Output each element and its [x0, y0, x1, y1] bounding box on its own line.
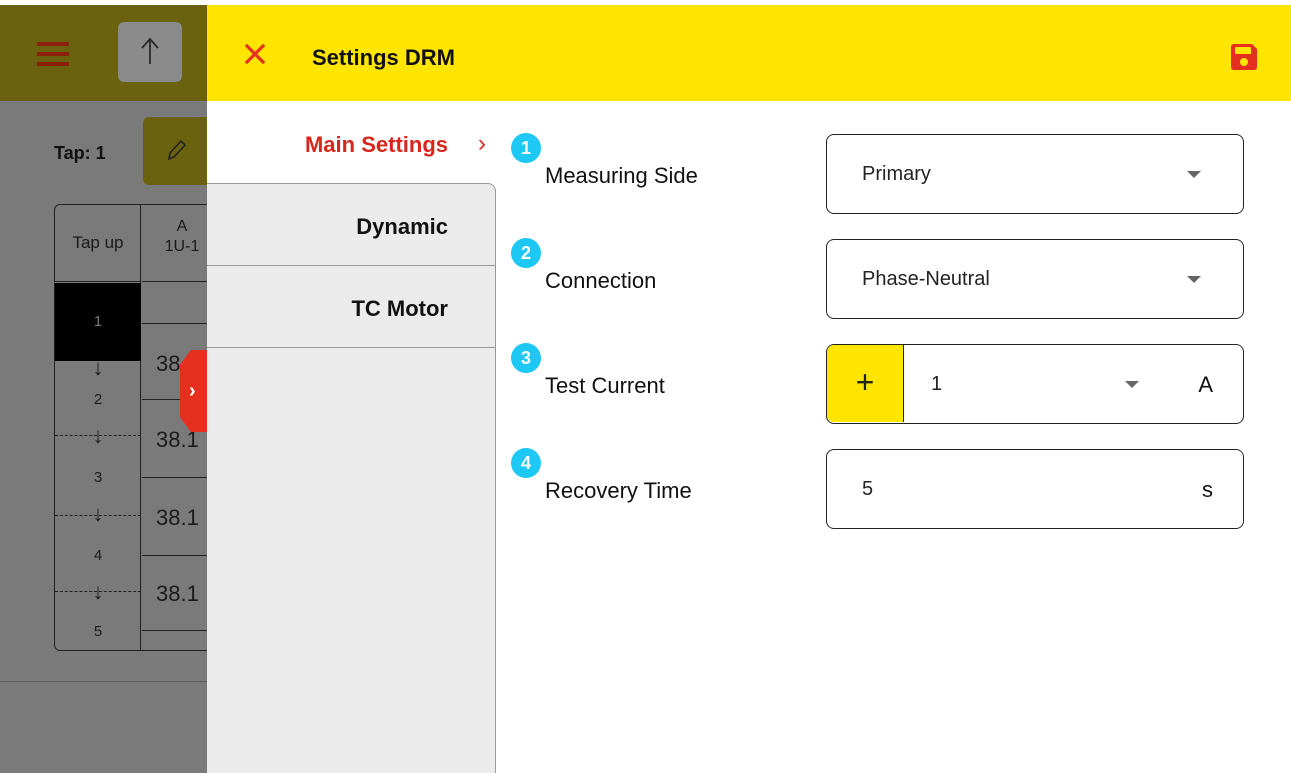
arrow-down-icon: ↓ — [92, 579, 104, 604]
test-current-value[interactable]: 1 — [931, 373, 942, 396]
row-divider — [142, 323, 213, 324]
phase-header: A 1U-1 — [142, 205, 213, 282]
test-current-label: Test Current — [545, 373, 665, 398]
edit-button[interactable] — [143, 117, 213, 185]
arrow-down-icon: ↓ — [92, 355, 104, 380]
nav-item-label: TC Motor — [351, 296, 448, 321]
caret-down-icon[interactable] — [1125, 381, 1139, 388]
step-badge: 3 — [511, 343, 541, 373]
add-button[interactable]: + — [827, 345, 904, 422]
nav-item-tc-motor[interactable]: TC Motor — [207, 266, 496, 348]
phase-header-line2: 1U-1 — [164, 238, 200, 255]
nav-item-label: Main Settings — [304, 132, 448, 157]
recovery-time-input[interactable]: 5 s — [826, 449, 1244, 529]
table-cell: 38.1 — [156, 505, 199, 530]
tap-number: 5 — [93, 623, 103, 640]
unit-label: A — [1198, 372, 1213, 397]
tap-label: Tap: 1 — [54, 143, 106, 163]
table-cell: 38.1 — [156, 581, 199, 606]
settings-nav: Main Settings › Dynamic TC Motor — [207, 101, 496, 773]
save-button[interactable] — [1228, 41, 1260, 73]
table-cell: 38 — [156, 351, 181, 376]
tap-number: 1 — [93, 313, 103, 330]
menu-icon[interactable] — [37, 42, 69, 66]
unit-label: s — [1202, 477, 1213, 502]
tap-number: 4 — [93, 547, 103, 564]
arrow-down-icon: ↓ — [92, 423, 104, 448]
save-icon — [1231, 44, 1257, 70]
input-value: 5 — [862, 478, 874, 500]
settings-content: 1 Measuring Side Primary 2 Connection Ph… — [497, 101, 1291, 773]
settings-header: Settings DRM — [207, 5, 1291, 101]
arrow-down-icon: ↓ — [92, 501, 104, 526]
close-button[interactable] — [243, 42, 267, 66]
caret-down-icon — [1187, 276, 1201, 283]
background-divider — [0, 681, 207, 682]
pencil-icon — [167, 139, 187, 161]
step-badge: 4 — [511, 448, 541, 478]
row-divider — [142, 477, 213, 478]
app-window: Tap: 1 Tap up A 1U-1 1 ↓ 2 ↓ 3 ↓ 4 ↓ 5 3… — [0, 0, 1291, 773]
connection-dropdown[interactable]: Phase-Neutral — [826, 239, 1244, 319]
step-badge: 2 — [511, 238, 541, 268]
dropdown-value: Phase-Neutral — [862, 268, 990, 290]
step-badge: 1 — [511, 133, 541, 163]
caret-down-icon — [1187, 171, 1201, 178]
nav-list: Dynamic TC Motor — [207, 183, 496, 773]
chevron-right-icon: › — [478, 130, 486, 157]
upload-button[interactable] — [118, 22, 182, 82]
nav-item-dynamic[interactable]: Dynamic — [207, 184, 496, 266]
recovery-time-label: Recovery Time — [545, 478, 692, 503]
page-title: Settings DRM — [312, 45, 455, 70]
dropdown-value: Primary — [862, 163, 931, 185]
connection-label: Connection — [545, 268, 657, 293]
tap-up-header: Tap up — [55, 205, 141, 282]
collapse-panel-button[interactable]: › — [180, 350, 207, 432]
row-divider — [142, 630, 213, 631]
tap-number: 3 — [93, 469, 103, 486]
phase-header-line1: A — [176, 218, 188, 235]
close-icon — [244, 43, 266, 65]
measuring-side-label: Measuring Side — [545, 163, 698, 188]
chevron-right-icon: › — [189, 380, 196, 402]
nav-item-label: Dynamic — [356, 214, 448, 239]
arrow-up-icon — [141, 37, 159, 64]
test-current-field: + 1 A — [826, 344, 1244, 424]
measuring-side-dropdown[interactable]: Primary — [826, 134, 1244, 214]
tap-number: 2 — [93, 391, 103, 408]
nav-item-main-settings[interactable]: Main Settings › — [207, 101, 496, 183]
row-divider — [142, 555, 213, 556]
